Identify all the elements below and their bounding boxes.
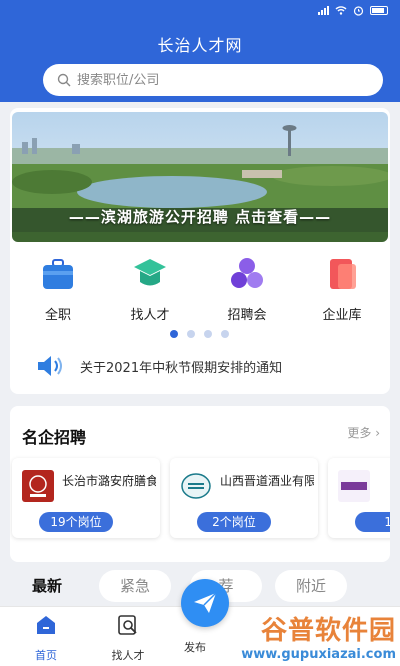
nav-publish[interactable]: 发布 (176, 639, 236, 655)
signal-icon (318, 5, 329, 15)
carousel-dot[interactable] (187, 330, 195, 338)
status-bar (318, 3, 388, 17)
tab-latest[interactable]: 最新 (14, 570, 80, 602)
carousel-dot[interactable] (221, 330, 229, 338)
company-logo (180, 470, 212, 502)
search-icon (57, 73, 71, 87)
graduation-cap-icon (134, 259, 166, 286)
nav-label: 首页 (35, 649, 57, 662)
quick-link-label: 招聘会 (227, 308, 267, 323)
watermark-url: www.gupuxiazai.com (241, 647, 396, 662)
carousel-indicator (170, 330, 229, 338)
notice-bar[interactable]: 关于2021年中秋节假期安排的通知 (36, 354, 282, 378)
banner-caption: ——滨湖旅游公开招聘 点击查看—— (68, 208, 332, 226)
tab-urgent[interactable]: 紧急 (99, 570, 171, 602)
quick-link-find-talent[interactable]: 找人才 (110, 256, 190, 323)
job-count-badge[interactable]: 14 (355, 512, 390, 532)
nav-label: 找人才 (111, 649, 145, 662)
company-name: 长治市潞安府膳食 (62, 474, 156, 488)
chevron-right-icon: › (375, 426, 380, 440)
tab-nearby[interactable]: 附近 (275, 570, 347, 602)
notice-text: 关于2021年中秋节假期安排的通知 (80, 360, 283, 376)
home-icon (37, 616, 55, 634)
nav-home[interactable]: 首页 (16, 613, 76, 663)
company-name: 山西晋道酒业有限 (220, 474, 314, 488)
app-header: 长治人才网 (0, 0, 400, 102)
wifi-icon (335, 6, 347, 15)
alarm-icon (353, 5, 364, 16)
watermark: 谷普软件园 www.gupuxiazai.com (241, 610, 396, 662)
battery-icon (370, 5, 388, 15)
company-card[interactable]: 长治市潞安府膳食 19个岗位 (12, 458, 160, 538)
carousel-dot[interactable] (170, 330, 178, 338)
company-icon (330, 259, 356, 289)
job-count-badge[interactable]: 2个岗位 (197, 512, 271, 532)
publish-button[interactable] (181, 579, 229, 627)
section-title: 名企招聘 (22, 428, 87, 447)
company-logo (22, 470, 54, 502)
main-card: ——滨湖旅游公开招聘 点击查看—— 全职 找人才 招聘会 企业库 关于2021年… (10, 108, 390, 394)
quick-link-label: 全职 (44, 308, 71, 323)
watermark-title: 谷普软件园 (260, 616, 396, 646)
quick-link-company-library[interactable]: 企业库 (302, 256, 382, 323)
carousel-dot[interactable] (204, 330, 212, 338)
send-icon (194, 592, 217, 613)
nav-find-talent[interactable]: 找人才 (98, 613, 158, 663)
company-card[interactable]: 山西晋道酒业有限 2个岗位 (170, 458, 318, 538)
more-link[interactable]: 更多 › (347, 424, 380, 441)
job-count-badge[interactable]: 19个岗位 (39, 512, 113, 532)
company-logo (338, 470, 370, 502)
company-card[interactable]: 14 (328, 458, 390, 538)
fair-icon (231, 258, 263, 288)
briefcase-icon (43, 259, 73, 289)
quick-link-fulltime[interactable]: 全职 (18, 256, 98, 323)
famous-companies-section: 名企招聘 更多 › 长治市潞安府膳食 19个岗位 山西晋道酒业有限 2个岗位 1… (10, 406, 390, 562)
search-input[interactable] (77, 72, 337, 88)
find-talent-icon (118, 615, 137, 635)
speaker-icon (38, 356, 62, 376)
search-bar[interactable] (43, 64, 383, 96)
quick-link-label: 找人才 (130, 308, 170, 323)
quick-link-label: 企业库 (322, 308, 362, 323)
promo-banner[interactable]: ——滨湖旅游公开招聘 点击查看—— (12, 112, 388, 242)
nav-label: 发布 (184, 641, 206, 654)
page-title: 长治人才网 (157, 36, 243, 55)
more-label: 更多 (347, 426, 372, 440)
quick-link-job-fair[interactable]: 招聘会 (207, 256, 287, 323)
